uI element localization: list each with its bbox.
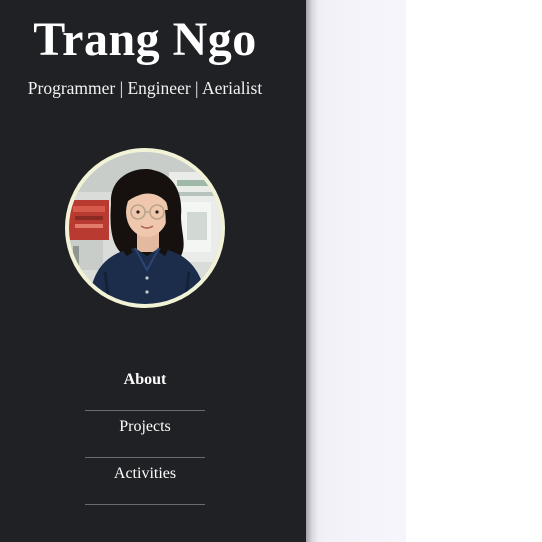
site-subtitle: Programmer | Engineer | Aerialist <box>27 78 263 98</box>
main-nav: About Projects Activities <box>85 365 205 506</box>
page: Trang Ngo Programmer | Engineer | Aerial… <box>0 0 542 542</box>
profile-photo-image <box>69 152 221 304</box>
content-panel <box>306 0 407 542</box>
sidebar: Trang Ngo Programmer | Engineer | Aerial… <box>0 0 306 542</box>
nav-item-about[interactable]: About <box>85 365 205 411</box>
site-title[interactable]: Trang Ngo <box>0 12 290 68</box>
nav-item-projects[interactable]: Projects <box>85 412 205 458</box>
blank-area <box>406 0 542 542</box>
sidebar-shadow <box>306 0 318 542</box>
nav-item-activities[interactable]: Activities <box>85 459 205 505</box>
profile-photo <box>65 148 225 308</box>
